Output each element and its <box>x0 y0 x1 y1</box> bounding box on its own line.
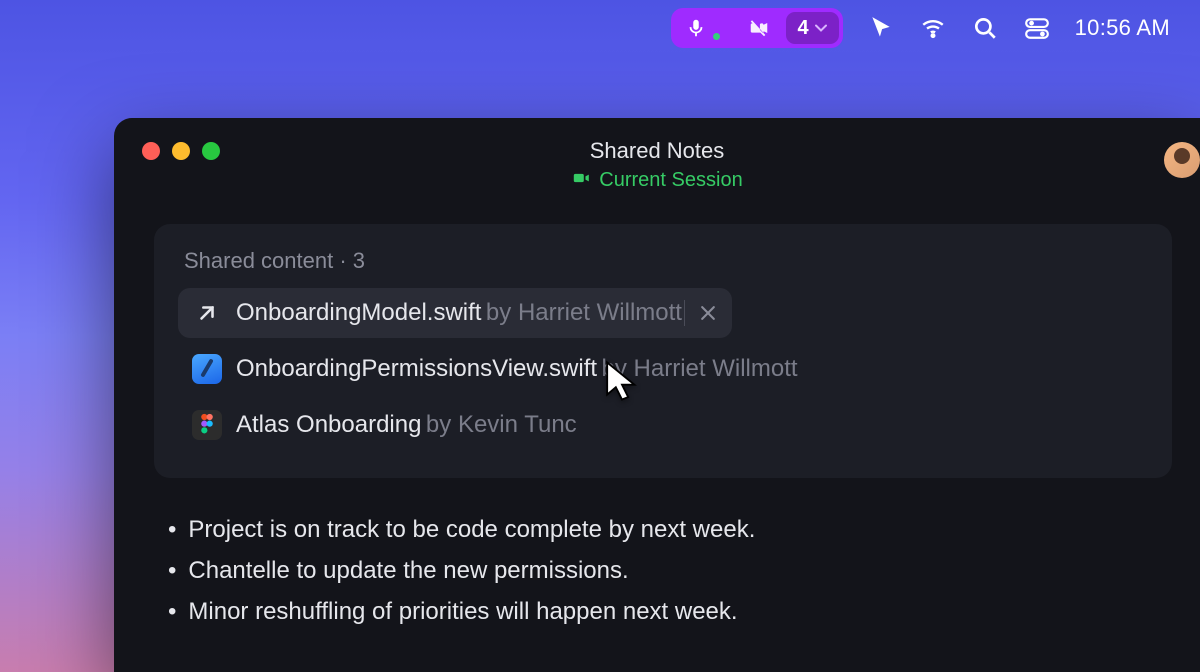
session-label: Current Session <box>599 169 742 192</box>
search-icon[interactable] <box>971 14 999 42</box>
close-window-button[interactable] <box>142 142 160 160</box>
video-icon <box>571 168 591 193</box>
microphone-icon[interactable] <box>675 17 732 39</box>
participants-number: 4 <box>798 17 809 40</box>
notes-body[interactable]: •Project is on track to be code complete… <box>154 510 1160 632</box>
panel-title: Shared content · 3 <box>178 248 1148 274</box>
note-bullet: •Project is on track to be code complete… <box>154 510 1160 551</box>
clock[interactable]: 10:56 AM <box>1075 15 1170 41</box>
file-name: Atlas Onboarding <box>236 411 421 438</box>
xcode-icon <box>192 354 222 384</box>
system-menubar: 4 10:56 AM <box>0 0 1200 56</box>
content-item[interactable]: OnboardingPermissionsView.swift by Harri… <box>178 344 1148 394</box>
note-bullet: •Minor reshuffling of priorities will ha… <box>154 592 1160 633</box>
window-title: Shared Notes <box>571 138 742 164</box>
file-name: OnboardingModel.swift <box>236 299 481 326</box>
title-center: Shared Notes Current Session <box>571 138 742 193</box>
control-center-icon[interactable] <box>1023 14 1051 42</box>
content-item[interactable]: OnboardingModel.swift by Harriet Willmot… <box>178 288 732 338</box>
minimize-window-button[interactable] <box>172 142 190 160</box>
figma-icon <box>192 410 222 440</box>
remove-item-button[interactable] <box>698 303 718 323</box>
traffic-lights <box>142 142 220 160</box>
user-avatar[interactable] <box>1164 142 1200 178</box>
call-pill[interactable]: 4 <box>671 8 843 48</box>
open-arrow-icon <box>192 298 222 328</box>
participants-count[interactable]: 4 <box>786 12 839 44</box>
window-titlebar: Shared Notes Current Session <box>114 138 1200 198</box>
shared-notes-window: Shared Notes Current Session Shared cont… <box>114 118 1200 672</box>
shared-content-panel: Shared content · 3 OnboardingModel.swift… <box>154 224 1172 478</box>
session-indicator[interactable]: Current Session <box>571 168 742 193</box>
author-name: Harriet Willmott <box>518 299 682 326</box>
content-item[interactable]: Atlas Onboarding by Kevin Tunc <box>178 400 1148 450</box>
content-list: OnboardingModel.swift by Harriet Willmot… <box>178 288 1148 450</box>
wifi-icon[interactable] <box>919 14 947 42</box>
fullscreen-window-button[interactable] <box>202 142 220 160</box>
chevron-down-icon <box>815 24 827 32</box>
author-name: Harriet Willmott <box>634 355 798 382</box>
note-bullet: •Chantelle to update the new permissions… <box>154 551 1160 592</box>
mic-active-dot <box>713 33 720 40</box>
author-name: Kevin Tunc <box>458 411 577 438</box>
file-name: OnboardingPermissionsView.swift <box>236 355 597 382</box>
cursor-app-icon[interactable] <box>867 14 895 42</box>
camera-off-icon[interactable] <box>738 17 780 39</box>
